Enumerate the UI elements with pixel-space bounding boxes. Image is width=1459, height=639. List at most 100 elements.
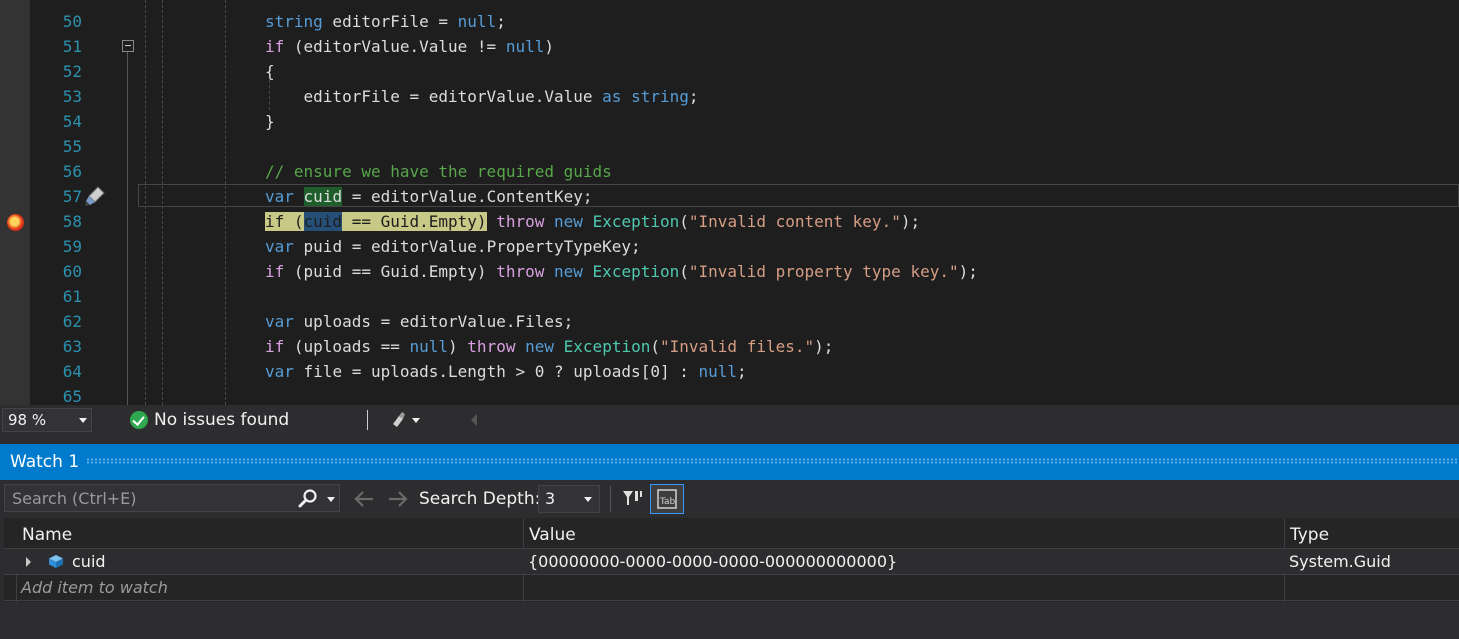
line-number-text: 63: [62, 337, 82, 356]
breakpoint-icon[interactable]: [7, 214, 24, 231]
watch-toolbar: Search Depth: 3 Tab: [0, 480, 1459, 518]
code-token: var: [265, 187, 294, 206]
glyph-margin[interactable]: [0, 0, 30, 405]
panel-separator[interactable]: [0, 435, 1459, 444]
code-line[interactable]: var uploads = editorValue.Files;: [265, 309, 573, 334]
line-number-text: 64: [62, 362, 82, 381]
search-depth-dropdown[interactable]: 3: [538, 485, 600, 513]
line-number: 64: [30, 359, 130, 384]
code-token: {: [265, 62, 275, 81]
code-line[interactable]: var cuid = editorValue.ContentKey;: [265, 184, 593, 209]
search-depth-label: Search Depth:: [419, 489, 541, 509]
search-depth-value: 3: [545, 489, 556, 508]
scroll-left-icon[interactable]: [471, 414, 477, 426]
tab-button[interactable]: Tab: [650, 484, 684, 514]
code-token: = editorValue.ContentKey;: [342, 187, 593, 206]
code-token: ;: [688, 87, 699, 106]
code-token: cuid: [303, 212, 343, 231]
watch-value-cell[interactable]: {00000000-0000-0000-0000-000000000000}: [528, 549, 897, 574]
search-input[interactable]: [5, 485, 297, 511]
code-line[interactable]: if (uploads == null) throw new Exception…: [265, 334, 833, 359]
svg-text:Tab: Tab: [659, 497, 676, 507]
column-header-type[interactable]: Type: [1290, 520, 1329, 550]
chevron-down-icon[interactable]: [79, 418, 87, 423]
filter-icon[interactable]: [620, 487, 644, 511]
code-line[interactable]: // ensure we have the required guids: [265, 159, 612, 184]
code-line[interactable]: if (editorValue.Value != null): [265, 34, 554, 59]
forward-arrow-icon[interactable]: [386, 489, 410, 509]
grid-empty-area: [4, 602, 1459, 639]
code-token: as: [602, 87, 622, 106]
code-cleanup-icon[interactable]: [390, 411, 420, 429]
watch-window-title: Watch 1: [10, 452, 80, 472]
code-token: Exception: [563, 337, 651, 356]
code-token: editorFile = editorValue.Value: [265, 87, 603, 106]
code-line[interactable]: if (cuid == Guid.Empty) throw new Except…: [265, 209, 920, 234]
code-token: cuid: [303, 187, 343, 206]
column-header-name[interactable]: Name: [22, 520, 72, 550]
issues-status[interactable]: No issues found: [154, 405, 289, 435]
code-token: throw: [496, 262, 545, 281]
code-token: var: [265, 362, 294, 381]
line-number-text: 50: [62, 12, 82, 31]
line-number: 51: [30, 34, 130, 59]
add-watch-row[interactable]: Add item to watch: [4, 575, 1459, 601]
line-number-text: 57: [62, 187, 82, 206]
code-token: (: [679, 262, 689, 281]
search-icon[interactable]: [297, 488, 319, 510]
code-token: // ensure we have the required guids: [265, 162, 612, 181]
code-line[interactable]: {: [265, 59, 275, 84]
line-number-text: 51: [62, 37, 82, 56]
line-number-text: 52: [62, 62, 82, 81]
code-token: new: [554, 262, 583, 281]
title-bar-grip[interactable]: [86, 458, 1459, 464]
code-token: "Invalid content key.": [688, 212, 901, 231]
line-number-text: 53: [62, 87, 82, 106]
code-token: );: [900, 212, 921, 231]
code-editor[interactable]: 50 51 52 53 54 55 56 57 58 59 60 61 62 63 64 65 string …: [0, 0, 1459, 405]
column-header-value[interactable]: Value: [529, 520, 576, 550]
chevron-down-icon[interactable]: [327, 497, 335, 502]
grid-header: Name Value Type: [4, 520, 1459, 549]
watch-name-cell[interactable]: cuid: [72, 549, 106, 574]
add-item-placeholder[interactable]: Add item to watch: [21, 575, 168, 600]
code-line[interactable]: if (puid == Guid.Empty) throw new Except…: [265, 259, 978, 284]
check-icon: [130, 411, 148, 429]
code-token: == Guid.Empty): [342, 212, 487, 231]
editor-status-bar: 98 % No issues found: [0, 405, 1459, 435]
expand-icon[interactable]: [26, 557, 31, 567]
line-number: 62: [30, 309, 130, 334]
code-line[interactable]: }: [265, 109, 275, 134]
code-line[interactable]: var file = uploads.Length > 0 ? uploads[…: [265, 359, 747, 384]
line-number-text: 56: [62, 162, 82, 181]
code-line[interactable]: editorFile = editorValue.Value as string…: [265, 84, 699, 109]
code-token: string: [631, 87, 689, 106]
code-token: );: [814, 337, 834, 356]
back-arrow-icon[interactable]: [352, 489, 376, 509]
table-row[interactable]: cuid {00000000-0000-0000-0000-0000000000…: [4, 549, 1459, 575]
watch-window-title-bar[interactable]: Watch 1: [0, 444, 1459, 480]
code-line[interactable]: string editorFile = null;: [265, 9, 506, 34]
chevron-down-icon[interactable]: [584, 497, 592, 502]
code-token: file = uploads.Length > 0 ? uploads[0] :: [293, 362, 699, 381]
line-number: 63: [30, 334, 130, 359]
code-token: if: [265, 37, 285, 56]
code-token: (editorValue.Value !=: [284, 37, 506, 56]
watch-grid: Name Value Type cuid {00000000-0000-0000…: [4, 518, 1459, 639]
code-line[interactable]: var puid = editorValue.PropertyTypeKey;: [265, 234, 641, 259]
code-token: puid = editorValue.PropertyTypeKey;: [293, 237, 641, 256]
line-number-text: 55: [62, 137, 82, 156]
zoom-dropdown[interactable]: 98 %: [2, 408, 92, 432]
code-token: new: [554, 212, 583, 231]
line-number: 65: [30, 384, 130, 405]
code-token: (: [679, 212, 689, 231]
code-token: ): [544, 37, 554, 56]
code-token: string: [265, 12, 323, 31]
search-box: [4, 484, 340, 512]
code-token: if (: [265, 212, 304, 231]
line-number: 59: [30, 234, 130, 259]
